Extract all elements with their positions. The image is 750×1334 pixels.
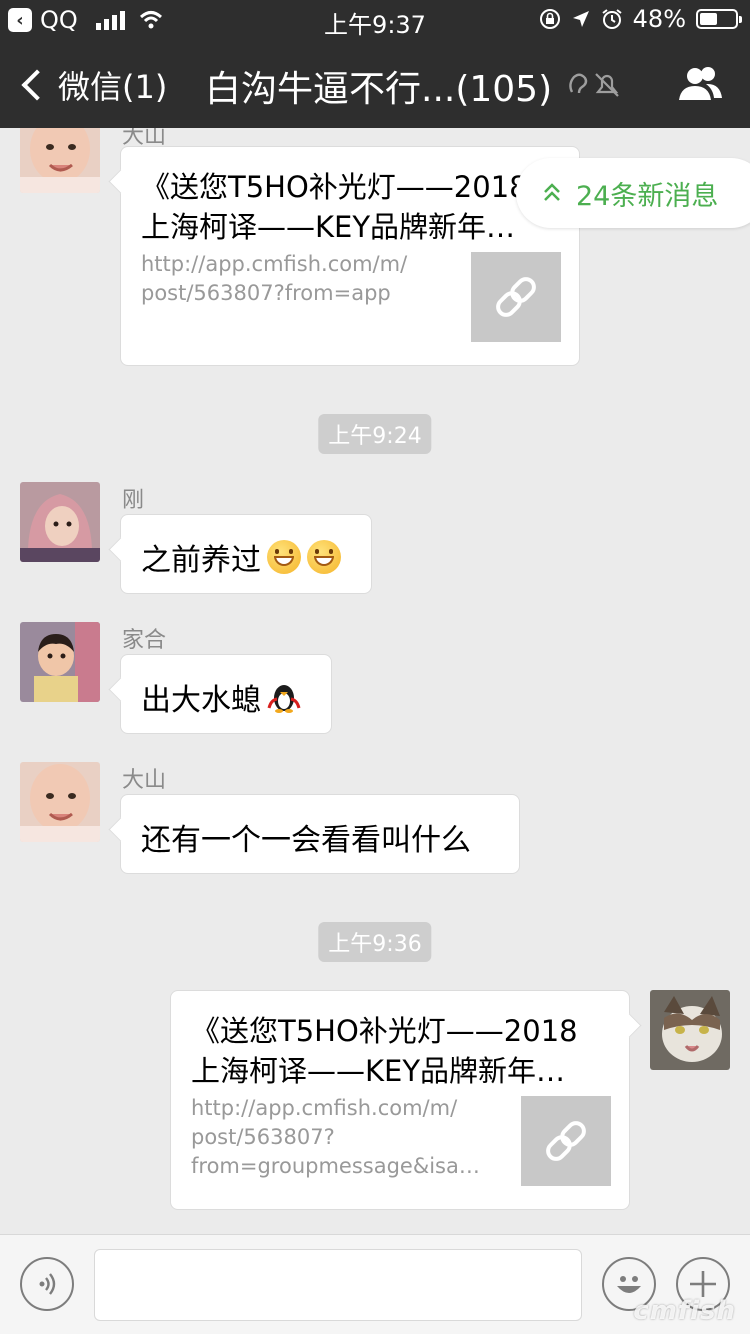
- grin-emoji-icon: [267, 540, 301, 574]
- avatar[interactable]: [20, 622, 100, 702]
- link-icon: [496, 277, 536, 317]
- avatar[interactable]: [20, 762, 100, 842]
- new-messages-banner[interactable]: 24条新消息: [516, 158, 750, 228]
- sender-name: 大山: [122, 768, 167, 793]
- link-url-line: post/563807?: [191, 1125, 335, 1149]
- grin-emoji-icon: [307, 540, 341, 574]
- cat-avatar-image: [650, 990, 730, 1070]
- link-title-line: 《送您T5HO补光灯——2018: [191, 1014, 578, 1048]
- double-chevron-up-icon: [544, 183, 560, 201]
- message-text: 之前养过: [141, 543, 261, 578]
- link-card-bubble[interactable]: 《送您T5HO补光灯——2018 上海柯译——KEY品牌新年… http://a…: [120, 146, 580, 366]
- chat-area[interactable]: 大山 《送您T5HO补光灯——2018 上海柯译——KEY品牌新年… http:…: [0, 128, 750, 1234]
- input-bar: cmfish: [0, 1234, 750, 1334]
- message-input[interactable]: [94, 1249, 582, 1321]
- link-url-line: http://app.cmfish.com/m/: [191, 1096, 458, 1120]
- timestamp: 上午9:36: [318, 922, 432, 962]
- group-members-icon[interactable]: [676, 64, 724, 104]
- link-title: 《送您T5HO补光灯——2018 上海柯译——KEY品牌新年…: [191, 1011, 607, 1091]
- back-button[interactable]: 微信(1): [20, 62, 167, 108]
- baby-avatar-image: [20, 762, 100, 842]
- link-url-line: from=groupmessage&isa…: [191, 1154, 480, 1178]
- avatar[interactable]: [650, 990, 730, 1070]
- voice-toggle-button[interactable]: [20, 1257, 74, 1311]
- voice-icon: [39, 1273, 56, 1295]
- message-text-row: 之前养过: [141, 535, 341, 579]
- chat-title: 白沟牛逼不行...(105): [205, 69, 553, 110]
- link-url-line: post/563807?from=app: [141, 281, 391, 305]
- link-url: http://app.cmfish.com/m/ post/563807?fro…: [141, 250, 407, 308]
- link-title-line: 上海柯译——KEY品牌新年…: [191, 1054, 566, 1088]
- avatar[interactable]: [20, 482, 100, 562]
- avatar[interactable]: [20, 128, 100, 193]
- link-title-line: 《送您T5HO补光灯——2018: [141, 170, 528, 204]
- link-title: 《送您T5HO补光灯——2018 上海柯译——KEY品牌新年…: [141, 167, 557, 247]
- new-messages-label: 24条新消息: [576, 180, 719, 212]
- battery-percent: 48%: [632, 5, 686, 33]
- mute-earpiece-icon: [569, 73, 619, 97]
- link-url-line: http://app.cmfish.com/m/: [141, 252, 408, 276]
- message-text-row: 出大水螅: [141, 675, 301, 719]
- child-hood-avatar-image: [20, 482, 100, 562]
- link-thumbnail: [521, 1096, 611, 1186]
- message-text: 出大水螅: [141, 683, 261, 718]
- timestamp: 上午9:24: [318, 414, 432, 454]
- link-thumbnail: [471, 252, 561, 342]
- link-title-line: 上海柯译——KEY品牌新年…: [141, 210, 516, 244]
- chevron-left-icon: [21, 69, 53, 101]
- status-bar: ‹ QQ 上午9:37 48%: [0, 0, 750, 40]
- toddler-avatar-image: [20, 622, 100, 702]
- rotation-lock-icon: [539, 9, 560, 29]
- baby-avatar-image: [20, 128, 100, 193]
- status-right: 48%: [539, 5, 742, 33]
- back-label: 微信(1): [58, 68, 168, 106]
- text-message-bubble[interactable]: 出大水螅: [120, 654, 332, 734]
- link-url: http://app.cmfish.com/m/ post/563807? fr…: [191, 1094, 480, 1181]
- battery-icon: [696, 9, 742, 29]
- chat-header: 微信(1) 白沟牛逼不行...(105): [0, 40, 750, 128]
- message-text: 还有一个一会看看叫什么: [141, 823, 471, 858]
- link-icon: [546, 1121, 586, 1161]
- sender-name: 刚: [122, 488, 145, 513]
- qq-penguin-icon: [267, 685, 301, 713]
- text-message-bubble[interactable]: 还有一个一会看看叫什么: [120, 794, 520, 874]
- alarm-icon: [602, 9, 622, 29]
- text-message-bubble[interactable]: 之前养过: [120, 514, 372, 594]
- link-card-bubble[interactable]: 《送您T5HO补光灯——2018 上海柯译——KEY品牌新年… http://a…: [170, 990, 630, 1210]
- watermark: cmfish: [633, 1296, 736, 1326]
- sender-name: 家合: [122, 628, 167, 653]
- location-icon: [572, 11, 589, 27]
